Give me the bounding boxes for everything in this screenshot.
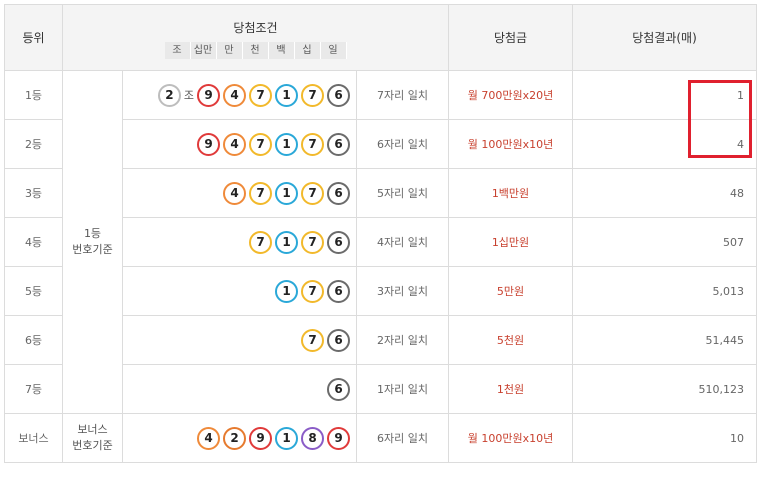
number-ball: 7 — [301, 279, 324, 303]
rank-cell: 보너스 — [4, 413, 63, 463]
number-ball: 1 — [275, 83, 298, 107]
match-cell: 7자리 일치 — [356, 70, 449, 120]
number-ball: 7 — [301, 230, 324, 254]
header-condition-label: 당첨조건 — [233, 20, 278, 35]
winning-number-balls: 47176 — [122, 168, 357, 218]
subcol-thousand: 천 — [242, 41, 269, 59]
winning-number-balls: 7176 — [122, 217, 357, 267]
jo-label: 조 — [183, 89, 194, 102]
number-ball: 7 — [249, 132, 272, 156]
winning-number-balls: 76 — [122, 315, 357, 365]
basis-bonus-line1: 보너스 — [77, 423, 108, 436]
match-cell: 5자리 일치 — [356, 168, 449, 218]
match-cell: 4자리 일치 — [356, 217, 449, 267]
winning-number-balls: 2조947176 — [122, 70, 357, 120]
number-ball: 1 — [275, 181, 298, 205]
number-ball: 4 — [223, 132, 246, 156]
subcol-ten: 십 — [294, 41, 321, 59]
number-ball: 7 — [249, 181, 272, 205]
basis-main-line1: 1등 — [83, 227, 102, 240]
header-condition: 당첨조건 조 십만 만 천 백 십 일 — [62, 4, 449, 71]
prize-cell: 월 700만원x20년 — [448, 70, 573, 120]
number-ball: 9 — [327, 426, 350, 450]
number-ball: 4 — [197, 426, 220, 450]
rank-cell: 3등 — [4, 168, 63, 218]
table-row: 보너스 보너스 번호기준 429189 6자리 일치 월 100만원x10년 1… — [4, 413, 757, 463]
number-ball: 1 — [275, 132, 298, 156]
table-row: 1등 1등 번호기준 2조947176 7자리 일치 월 700만원x20년 1 — [4, 70, 757, 414]
count-cell: 48 — [572, 168, 757, 218]
winning-number-balls: 947176 — [122, 119, 357, 169]
rank-cell: 2등 — [4, 119, 63, 169]
header-prize: 당첨금 — [448, 4, 573, 71]
number-ball: 4 — [223, 181, 246, 205]
jo-ball: 2 — [157, 83, 181, 107]
match-cell: 1자리 일치 — [356, 364, 449, 414]
number-ball: 9 — [249, 426, 272, 450]
winning-results-table: 등위 당첨조건 조 십만 만 천 백 십 일 당첨금 당첨결과(매) 1등 1등… — [4, 4, 757, 463]
number-ball: 9 — [197, 83, 220, 107]
number-ball: 6 — [327, 279, 350, 303]
subcol-hundred-thousand: 십만 — [190, 41, 217, 59]
count-cell: 510,123 — [572, 364, 757, 414]
prize-cell: 5만원 — [448, 266, 573, 316]
number-ball: 4 — [223, 83, 246, 107]
prize-cell: 1십만원 — [448, 217, 573, 267]
winning-number-balls: 6 — [122, 364, 357, 414]
count-cell: 507 — [572, 217, 757, 267]
basis-main-line2: 번호기준 — [72, 243, 113, 256]
number-ball: 6 — [327, 328, 350, 352]
number-ball: 6 — [327, 377, 350, 401]
basis-bonus-line2: 번호기준 — [72, 439, 113, 452]
winning-number-balls: 176 — [122, 266, 357, 316]
number-ball: 9 — [197, 132, 220, 156]
number-ball: 6 — [327, 230, 350, 254]
rank-cell: 4등 — [4, 217, 63, 267]
number-ball: 7 — [249, 230, 272, 254]
number-ball: 1 — [275, 230, 298, 254]
number-ball: 7 — [301, 132, 324, 156]
prize-cell: 1백만원 — [448, 168, 573, 218]
prize-cell: 월 100만원x10년 — [448, 413, 573, 463]
number-ball: 8 — [301, 426, 324, 450]
count-cell: 51,445 — [572, 315, 757, 365]
match-cell: 6자리 일치 — [356, 119, 449, 169]
rank-cell: 7등 — [4, 364, 63, 414]
subcol-one: 일 — [320, 41, 347, 59]
number-ball: 7 — [301, 328, 324, 352]
prize-cell: 1천원 — [448, 364, 573, 414]
number-ball: 1 — [275, 279, 298, 303]
prize-cell: 5천원 — [448, 315, 573, 365]
number-ball: 1 — [275, 426, 298, 450]
match-cell: 3자리 일치 — [356, 266, 449, 316]
number-ball: 6 — [327, 181, 350, 205]
lottery-results-page: 등위 당첨조건 조 십만 만 천 백 십 일 당첨금 당첨결과(매) 1등 1등… — [0, 0, 762, 481]
number-ball: 7 — [301, 83, 324, 107]
prize-cell: 월 100만원x10년 — [448, 119, 573, 169]
number-ball: 7 — [249, 83, 272, 107]
number-ball: 2 — [223, 426, 246, 450]
header-result: 당첨결과(매) — [572, 4, 757, 71]
subcol-jo: 조 — [164, 41, 191, 59]
match-cell: 2자리 일치 — [356, 315, 449, 365]
subcol-hundred: 백 — [268, 41, 295, 59]
highlight-box — [688, 80, 752, 158]
match-cell: 6자리 일치 — [356, 413, 449, 463]
rank-cell: 6등 — [4, 315, 63, 365]
number-ball: 6 — [327, 83, 350, 107]
basis-bonus-cell: 보너스 번호기준 — [62, 413, 123, 463]
subcol-ten-thousand: 만 — [216, 41, 243, 59]
basis-main-cell: 1등 번호기준 — [62, 70, 123, 414]
number-ball: 7 — [301, 181, 324, 205]
winning-number-balls: 429189 — [122, 413, 357, 463]
header-rank: 등위 — [4, 4, 63, 71]
number-ball: 6 — [327, 132, 350, 156]
rank-cell: 1등 — [4, 70, 63, 120]
digit-position-subheader: 조 십만 만 천 백 십 일 — [63, 41, 448, 59]
rank-cell: 5등 — [4, 266, 63, 316]
count-cell: 5,013 — [572, 266, 757, 316]
count-cell: 10 — [572, 413, 757, 463]
